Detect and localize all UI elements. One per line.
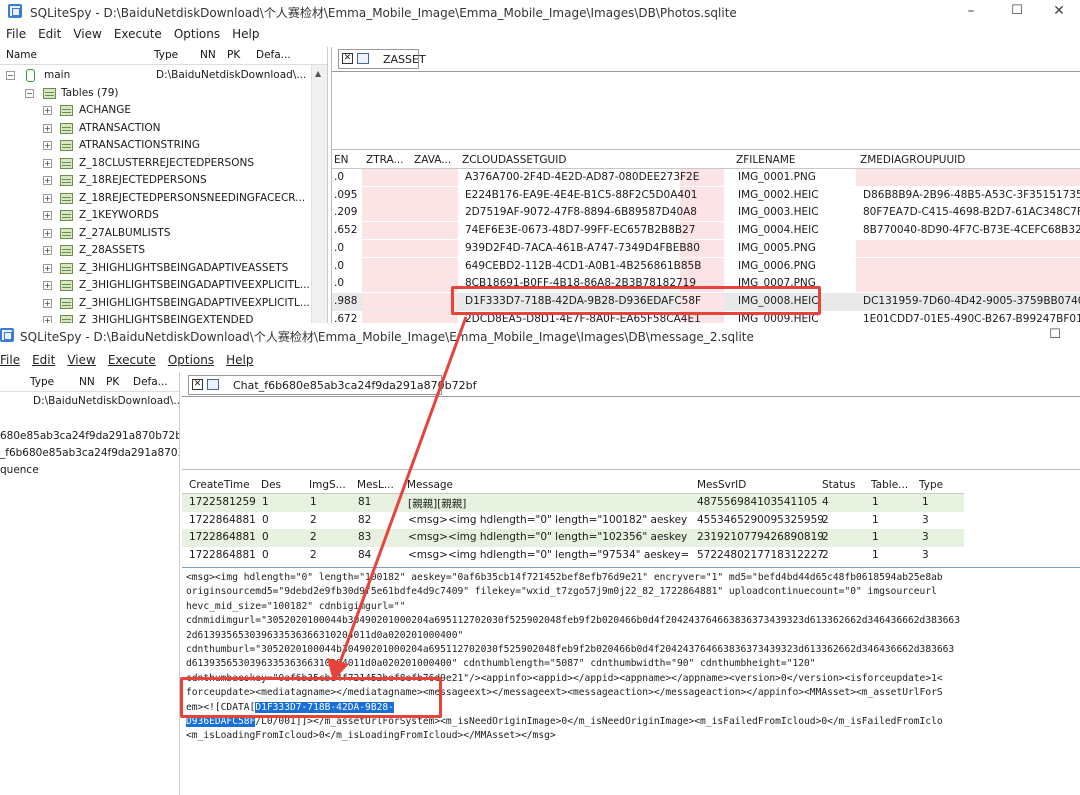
- annotation-arrow: [327, 316, 468, 681]
